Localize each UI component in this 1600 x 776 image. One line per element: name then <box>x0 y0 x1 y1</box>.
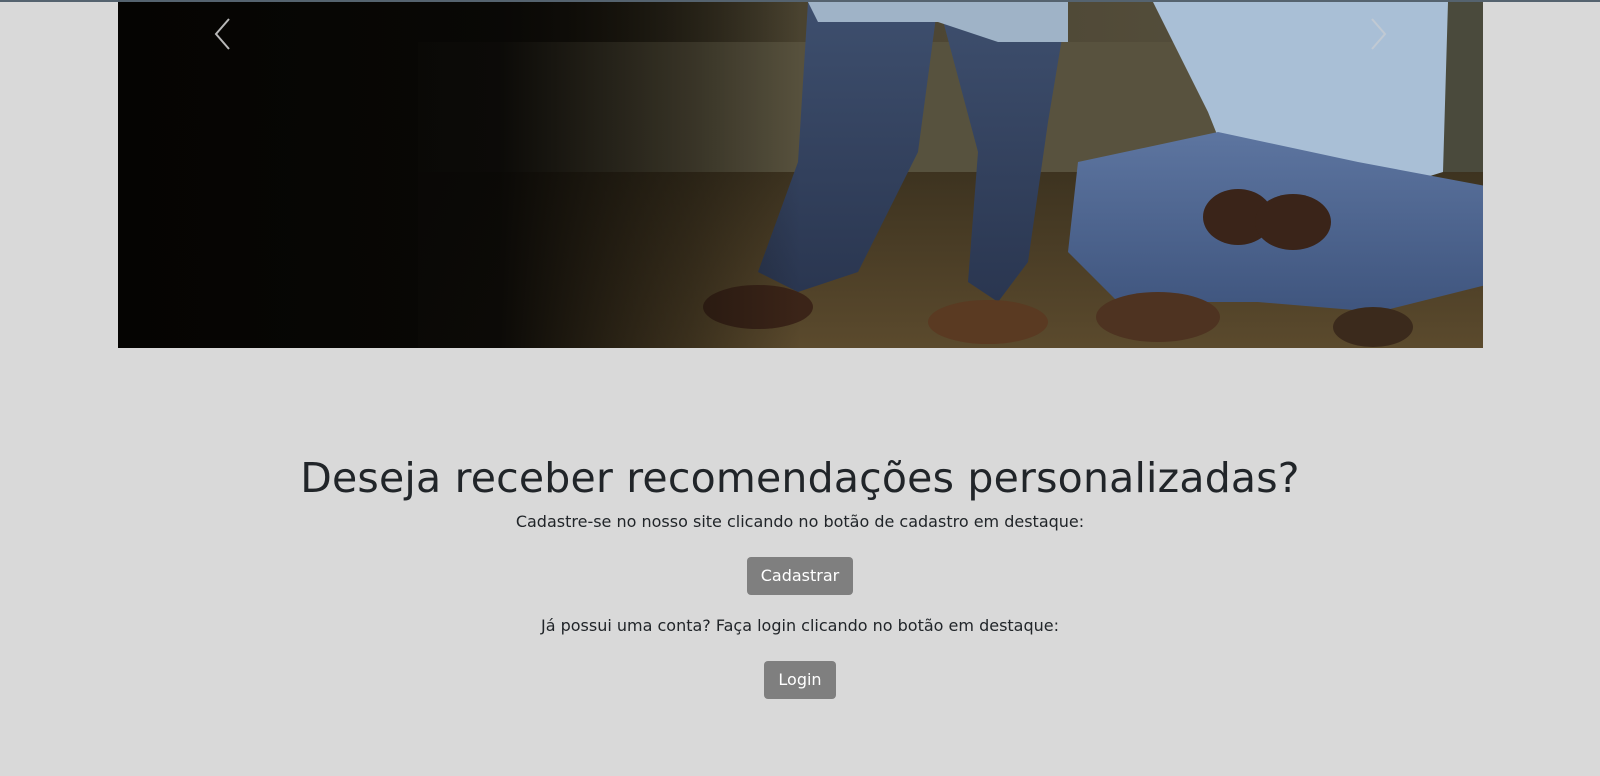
register-button[interactable]: Cadastrar <box>746 557 854 595</box>
carousel-prev-button[interactable] <box>188 2 258 66</box>
chevron-right-icon <box>1371 18 1387 50</box>
carousel-next-button[interactable] <box>1343 2 1413 66</box>
register-prompt: Cadastre-se no nosso site clicando no bo… <box>515 512 1085 531</box>
recommendation-cta: Deseja receber recomendações personaliza… <box>0 448 1600 699</box>
login-prompt: Já possui uma conta? Faça login clicando… <box>540 616 1060 635</box>
chevron-left-icon <box>214 18 230 50</box>
login-button[interactable]: Login <box>764 661 836 699</box>
carousel-slide-image <box>118 2 1483 348</box>
hero-carousel <box>118 2 1483 348</box>
cta-title: Deseja receber recomendações personaliza… <box>300 454 1300 502</box>
